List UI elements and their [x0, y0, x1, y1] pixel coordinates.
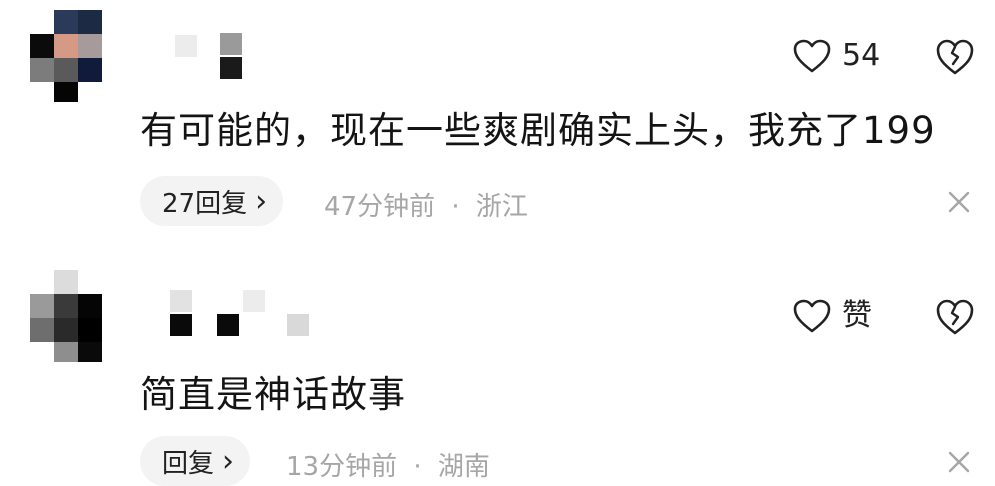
dislike-button[interactable]	[935, 298, 975, 336]
close-icon	[948, 451, 970, 473]
comment-item: 54 有可能的，现在一些爽剧确实上头，我充了199 27回复 › 47分钟前 ·…	[0, 0, 995, 250]
username-redacted[interactable]	[165, 30, 315, 90]
chevron-right-icon: ›	[255, 183, 268, 219]
heart-outline-icon	[793, 299, 831, 333]
like-button[interactable]: 赞	[792, 298, 872, 334]
dislike-button[interactable]	[935, 38, 975, 76]
like-label: 赞	[842, 298, 872, 333]
heart-outline-icon	[793, 39, 831, 73]
reply-label: 回复	[162, 448, 215, 479]
broken-heart-icon	[936, 39, 974, 75]
comment-text: 有可能的，现在一些爽剧确实上头，我充了199	[140, 109, 936, 152]
comment-text: 简直是神话故事	[140, 373, 406, 416]
broken-heart-icon	[936, 299, 974, 335]
like-button[interactable]: 54	[792, 38, 880, 74]
reply-button[interactable]: 27回复 ›	[140, 176, 284, 226]
like-count: 54	[842, 38, 881, 73]
reply-button[interactable]: 回复 ›	[140, 436, 251, 486]
username-redacted[interactable]	[165, 290, 315, 350]
comment-item: 赞 简直是神话故事 回复 › 13分钟前 · 湖南	[0, 262, 995, 486]
location: 湖南	[437, 452, 490, 482]
location: 浙江	[475, 192, 528, 222]
close-button[interactable]	[945, 448, 973, 476]
comment-meta: 47分钟前 · 浙江	[324, 186, 528, 223]
avatar[interactable]	[30, 270, 102, 362]
chevron-right-icon: ›	[222, 443, 235, 479]
meta-separator: ·	[413, 452, 422, 482]
reply-label: 27回复	[162, 188, 248, 219]
close-button[interactable]	[945, 188, 973, 216]
close-icon	[948, 191, 970, 213]
timestamp: 13分钟前	[286, 452, 398, 482]
timestamp: 47分钟前	[324, 192, 436, 222]
comment-meta: 13分钟前 · 湖南	[286, 446, 490, 483]
meta-separator: ·	[451, 192, 460, 222]
avatar[interactable]	[30, 10, 102, 102]
